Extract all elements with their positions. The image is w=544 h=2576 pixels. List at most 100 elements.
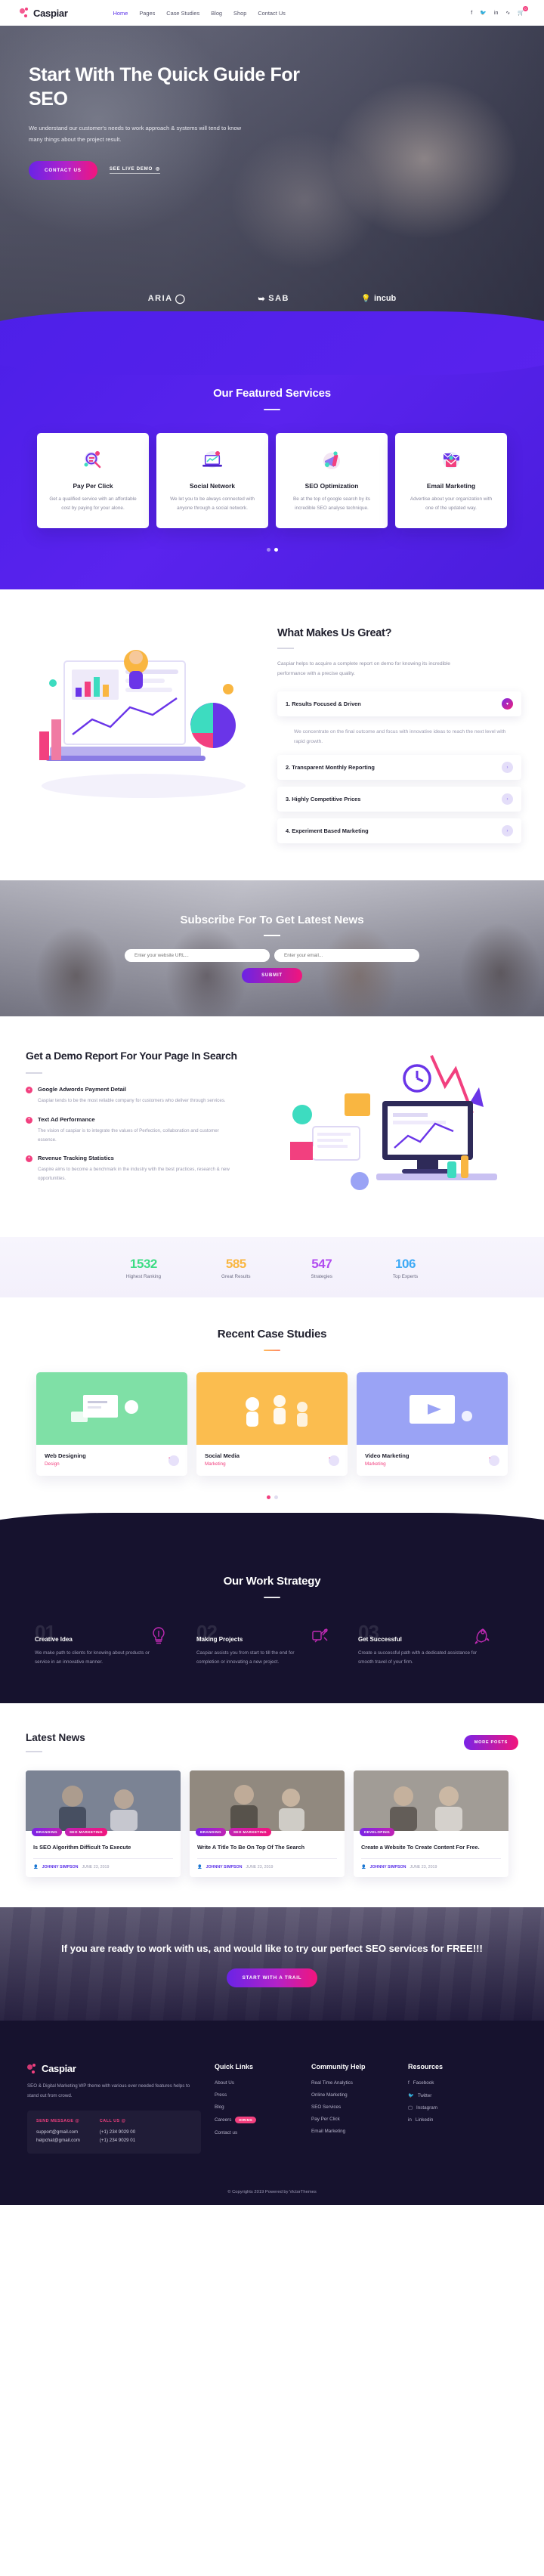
service-card[interactable]: Pay Per Click Get a qualified service wi… [37,433,149,528]
feature-desc: Caspire aims to become a benchmark in th… [38,1166,230,1181]
site-logo[interactable]: Caspiar [20,8,68,19]
news-tag[interactable]: SEO MARKETING [228,1828,271,1837]
slider-dot-active[interactable] [274,547,278,552]
news-tag[interactable]: BRANDING [196,1828,226,1837]
news-date: JUNE 23, 2019 [246,1865,274,1870]
cases-slider-dots [0,1495,544,1500]
case-card[interactable]: Web Designing Design › [36,1372,187,1477]
news-tag[interactable]: SEO MARKETING [64,1828,107,1837]
nav-item-shop[interactable]: Shop [233,10,246,17]
website-url-input[interactable] [125,949,270,963]
news-card[interactable]: DEVELOPING Create a Website To Create Co… [354,1770,508,1878]
twitter-icon[interactable]: 🐦 [480,10,487,16]
news-byline: 👤 JOHNNY SIMPSON JUNE 23, 2019 [197,1858,337,1869]
footer-link-careers[interactable]: Careers HIRING [215,2117,298,2124]
news-divider [26,1751,42,1753]
accordion-item-1[interactable]: 1. Results Focused & Driven ▾ [277,691,521,716]
service-card[interactable]: Email Marketing Advertise about your org… [395,433,507,528]
rss-icon[interactable]: ∿ [505,10,510,16]
nav-item-home[interactable]: Home [113,10,128,17]
service-card[interactable]: SEO Optimization Be at the top of google… [276,433,388,528]
nav-item-contact-us[interactable]: Contact Us [258,10,286,17]
flame-icon: ➥ [258,294,267,304]
footer-phone-2[interactable]: (+1) 234 9029 01 [100,2136,135,2145]
slider-dot-active[interactable] [266,1495,270,1500]
chevron-right-icon[interactable]: › [502,793,513,806]
service-card[interactable]: Social Network We let you to be always c… [156,433,268,528]
footer-logo[interactable]: Caspiar [27,2063,201,2074]
accordion-title: 4. Experiment Based Marketing [286,827,369,835]
feature-desc: The vision of caspiar is to integrate th… [38,1127,219,1143]
cart-icon[interactable]: 🛒 0 [518,6,528,16]
more-posts-button[interactable]: MORE POSTS [463,1734,518,1750]
news-byline: 👤 JOHNNY SIMPSON JUNE 23, 2019 [33,1858,173,1869]
great-lead: Caspiar helps to acquire a complete repo… [277,660,450,677]
footer-link-email-marketing[interactable]: Email Marketing [311,2129,394,2134]
feature-desc: Caspiar tends to be the most reliable co… [38,1098,226,1104]
subscribe-content: Subscribe For To Get Latest News SUBMIT [0,914,544,984]
chevron-right-icon[interactable]: › [502,825,513,837]
footer-email-2[interactable]: helpchat@gmail.com [36,2136,80,2145]
accordion-item-2[interactable]: 2. Transparent Monthly Reporting › [277,755,521,781]
footer-phone-1[interactable]: (+1) 234 9029 00 [100,2128,135,2136]
chevron-right-icon[interactable]: › [502,762,513,774]
nav-item-pages[interactable]: Pages [139,10,155,17]
service-desc: Get a qualified service with an affordab… [49,496,137,511]
footer-link-press[interactable]: Press [215,2092,298,2098]
facebook-icon[interactable]: f [471,11,472,16]
chevron-right-icon[interactable]: › [329,1455,339,1467]
footer-column-title: Quick Links [215,2063,254,2071]
chevron-down-icon[interactable]: ▾ [502,697,513,710]
linkedin-icon[interactable]: in [494,11,498,16]
nav-item-case-studies[interactable]: Case Studies [166,10,199,17]
footer-link-pay-per-click[interactable]: Pay Per Click [311,2117,394,2122]
news-tag[interactable]: DEVELOPING [360,1828,395,1837]
chevron-right-icon[interactable]: › [489,1455,499,1467]
page-root: Caspiar Home Pages Case Studies Blog Sho… [0,0,544,2205]
client-logo-aria: ARIA ◯ [148,293,187,304]
slider-dot[interactable] [274,1495,278,1500]
client-logo-incub: 💡 incub [361,293,396,304]
see-live-demo-link[interactable]: SEE LIVE DEMO ◎ [109,166,161,175]
case-meta: Web Designing Design › [36,1445,187,1476]
instagram-icon: ▢ [408,2105,413,2111]
case-card[interactable]: Video Marketing Marketing › [357,1372,508,1477]
footer-link-facebook[interactable]: f Facebook [408,2080,491,2086]
footer-link-contact-us[interactable]: Contact us [215,2130,298,2135]
case-card[interactable]: Social Media Marketing › [196,1372,348,1477]
work-strategy-section: Our Work Strategy 01 Creative Idea We ma… [0,1513,544,1704]
contact-us-button[interactable]: CONTACT US [29,160,97,180]
footer-link-instagram[interactable]: ▢ Instagram [408,2105,491,2111]
footer-link-twitter[interactable]: 🐦 Twitter [408,2092,491,2099]
header-actions: f 🐦 in ∿ 🛒 0 [471,6,528,16]
footer-link-seo-services[interactable]: SEO Services [311,2104,394,2110]
case-cards: Web Designing Design › Social Media Mark… [0,1372,544,1477]
envelopes-icon [406,447,496,475]
footer-link-linkedin[interactable]: in Linkedin [408,2117,491,2123]
megaphone-icon [286,447,377,475]
footer-email-1[interactable]: support@gmail.com [36,2128,80,2136]
accordion-item-4[interactable]: 4. Experiment Based Marketing › [277,818,521,844]
accordion-item-3[interactable]: 3. Highly Competitive Prices › [277,787,521,812]
step-desc: Caspiar assists you from start to till t… [196,1650,295,1665]
news-byline: 👤 JOHNNY SIMPSON JUNE 23, 2019 [361,1858,501,1869]
email-input[interactable] [274,949,419,963]
chevron-right-icon[interactable]: › [168,1455,179,1467]
subscribe-submit-button[interactable]: SUBMIT [242,968,302,984]
demo-title: Get a Demo Report For Your Page In Searc… [26,1050,237,1062]
news-card[interactable]: BRANDING SEO MARKETING Is SEO Algorithm … [26,1770,181,1878]
start-trial-button[interactable]: START WITH A TRAIL [226,1968,318,1988]
footer-link-about-us[interactable]: About Us [215,2080,298,2086]
accordion-title: 1. Results Focused & Driven [286,700,361,707]
news-card[interactable]: BRANDING SEO MARKETING Write A Title To … [190,1770,345,1878]
footer-link-real-time-analytics[interactable]: Real Time Analytics [311,2080,394,2086]
stat-value: 106 [395,1257,416,1272]
strategy-step: 03 Get Successful Create a successful pa… [358,1622,509,1667]
news-tag[interactable]: BRANDING [32,1828,62,1837]
footer-link-online-marketing[interactable]: Online Marketing [311,2092,394,2098]
nav-item-blog[interactable]: Blog [211,10,222,17]
slider-dot[interactable] [266,547,270,552]
logo-text: Caspiar [33,7,68,19]
linkedin-icon: in [408,2117,412,2123]
footer-link-blog[interactable]: Blog [215,2104,298,2110]
